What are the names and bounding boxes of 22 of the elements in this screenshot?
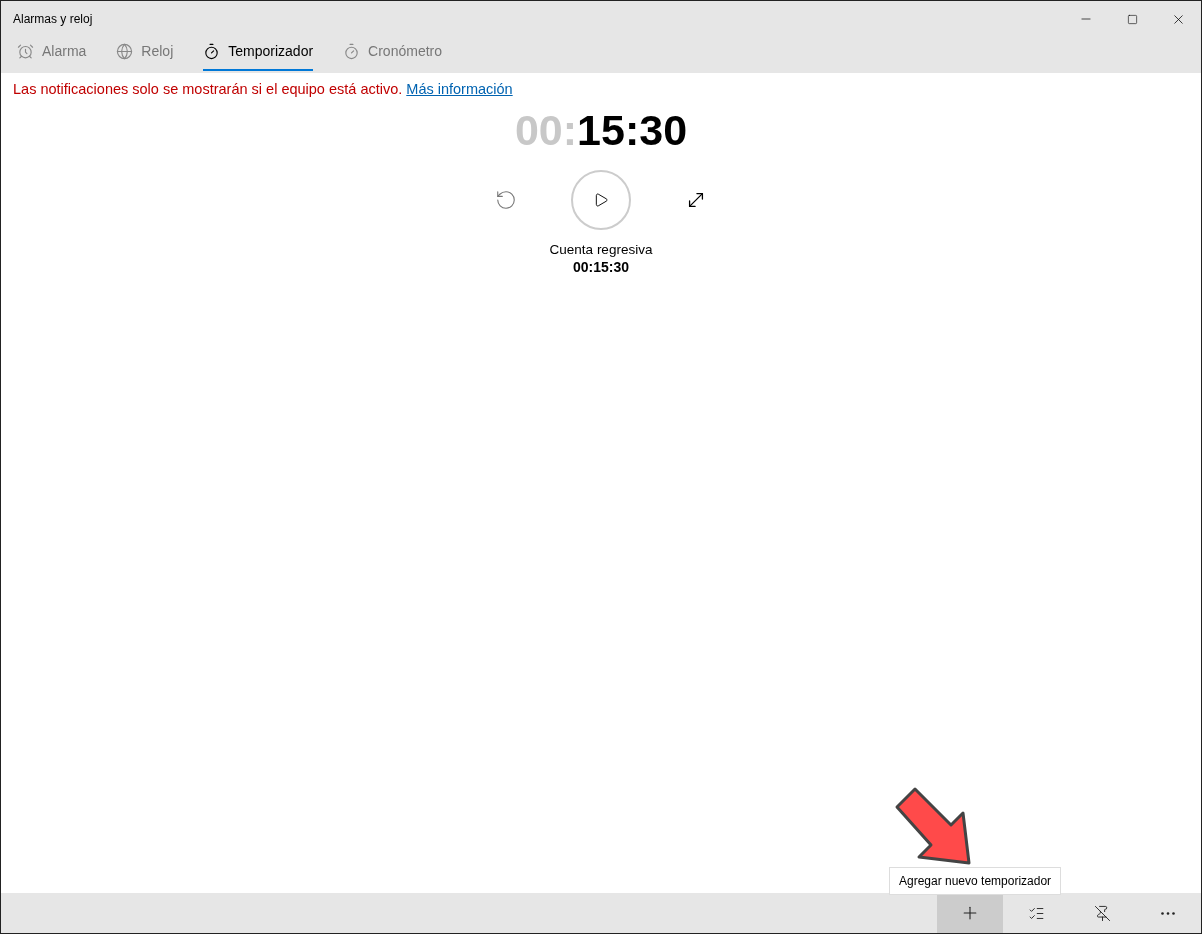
tab[interactable]: Temporizador: [203, 37, 314, 71]
timer-name: Cuenta regresiva: [549, 242, 653, 257]
tab[interactable]: Alarma: [17, 37, 87, 71]
maximize-icon: [1126, 13, 1138, 25]
more-info-link[interactable]: Más información: [406, 81, 513, 97]
timer-minutes-seconds: 15:30: [577, 109, 688, 152]
add-button[interactable]: [937, 893, 1003, 933]
timer-duration: 00:15:30: [572, 259, 629, 275]
alarm-clock-icon: [17, 42, 34, 60]
unpin-icon: [1093, 904, 1111, 922]
window-title: Alarmas y reloj: [13, 12, 94, 26]
more-icon: [1161, 911, 1175, 915]
play-icon: [593, 192, 609, 208]
tooltip: Agregar nuevo temporizador: [889, 867, 1062, 895]
stopwatch-icon: [343, 42, 361, 60]
play-button[interactable]: [571, 170, 631, 230]
reset-icon: [495, 189, 517, 211]
notification-warning: Las notificaciones solo se mostrarán si el equipo está activo.: [13, 81, 403, 97]
stopwatch-icon: [203, 42, 221, 60]
globe-icon: [116, 42, 134, 60]
tab[interactable]: Reloj: [116, 37, 174, 71]
tab[interactable]: Cronómetro: [343, 37, 442, 71]
